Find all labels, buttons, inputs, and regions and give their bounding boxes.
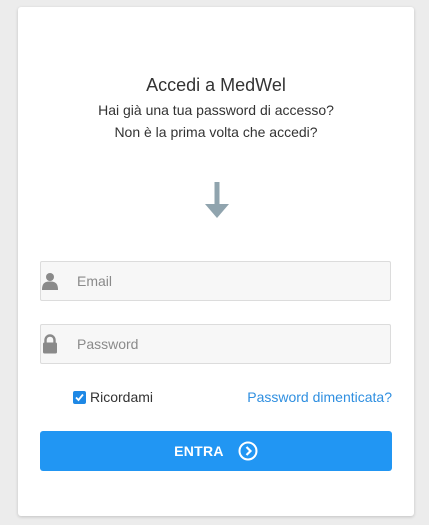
lock-icon bbox=[41, 325, 59, 363]
remember-checkbox[interactable] bbox=[73, 390, 86, 404]
user-icon bbox=[41, 262, 59, 300]
password-input[interactable] bbox=[77, 325, 377, 363]
email-input[interactable] bbox=[77, 262, 377, 300]
subtitle-line-2: Non è la prima volta che accedi? bbox=[114, 124, 318, 140]
remember-label: Ricordami bbox=[90, 389, 154, 405]
forgot-password-link[interactable]: Password dimenticata? bbox=[247, 389, 392, 405]
enter-button[interactable]: ENTRA bbox=[40, 431, 392, 471]
login-card: Accedi a MedWel Hai già una tua password… bbox=[18, 7, 414, 516]
password-field[interactable] bbox=[40, 324, 391, 364]
remember-me[interactable]: Ricordami bbox=[73, 389, 153, 405]
page-title: Accedi a MedWel bbox=[146, 75, 286, 95]
arrow-down-icon bbox=[205, 182, 229, 224]
subtitle-line-1: Hai già una tua password di accesso? bbox=[98, 102, 334, 118]
email-field[interactable] bbox=[40, 261, 391, 301]
enter-button-label: ENTRA bbox=[174, 443, 224, 459]
chevron-circle-right-icon bbox=[238, 441, 258, 461]
